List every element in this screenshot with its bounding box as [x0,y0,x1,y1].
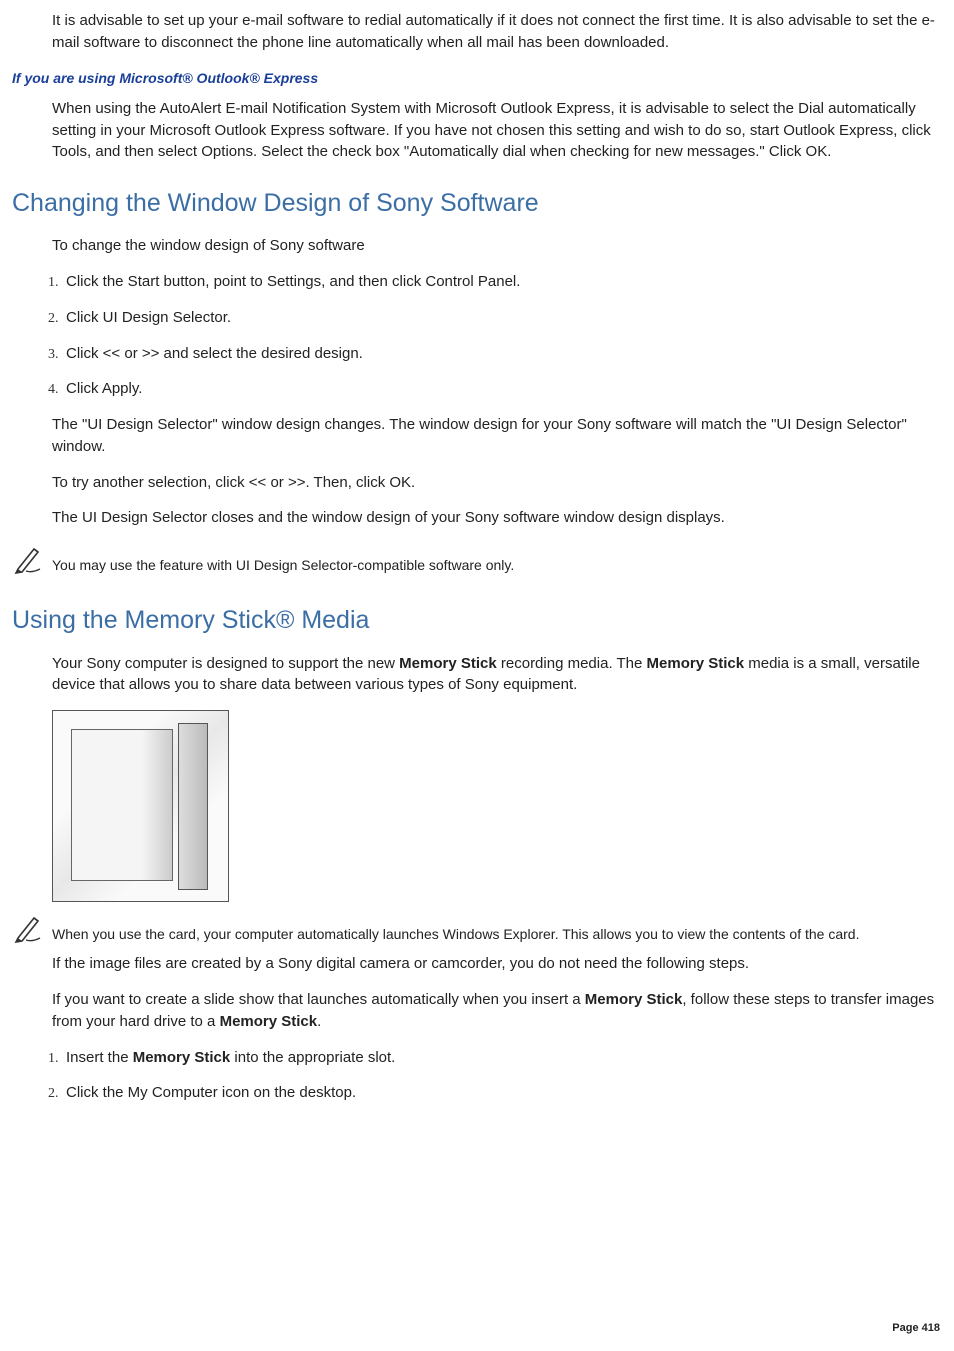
heading-window-design: Changing the Window Design of Sony Softw… [12,185,942,221]
intro-paragraph: It is advisable to set up your e-mail so… [52,10,942,54]
memory-stick-illustration [52,710,229,902]
list-item: Click << or >> and select the desired de… [62,343,942,365]
slide-show-intro: If you want to create a slide show that … [52,989,942,1033]
note-text: You may use the feature with UI Design S… [52,543,942,575]
note-ui-design-selector: You may use the feature with UI Design S… [12,543,942,580]
list-item: Click Apply. [62,378,942,400]
list-item: Insert the Memory Stick into the appropr… [62,1047,942,1069]
note-icon [12,912,46,949]
memory-stick-steps: Insert the Memory Stick into the appropr… [32,1047,942,1105]
list-item: Click the Start button, point to Setting… [62,271,942,293]
outlook-paragraph: When using the AutoAlert E-mail Notifica… [52,98,942,163]
window-design-steps: Click the Start button, point to Setting… [32,271,942,400]
list-item: Click UI Design Selector. [62,307,942,329]
digital-camera-note: If the image files are created by a Sony… [52,953,942,975]
page-number: Page 418 [892,1321,940,1337]
window-design-close: The UI Design Selector closes and the wi… [52,507,942,529]
list-item: Click the My Computer icon on the deskto… [62,1082,942,1104]
note-text: When you use the card, your computer aut… [52,912,942,944]
window-design-try-another: To try another selection, click << or >>… [52,472,942,494]
memory-stick-intro: Your Sony computer is designed to suppor… [52,653,942,697]
note-icon [12,543,46,580]
note-windows-explorer: When you use the card, your computer aut… [12,912,942,949]
heading-memory-stick: Using the Memory Stick® Media [12,602,942,638]
window-design-result: The "UI Design Selector" window design c… [52,414,942,458]
window-design-intro: To change the window design of Sony soft… [52,235,942,257]
subheading-outlook-express: If you are using Microsoft® Outlook® Exp… [12,68,942,88]
